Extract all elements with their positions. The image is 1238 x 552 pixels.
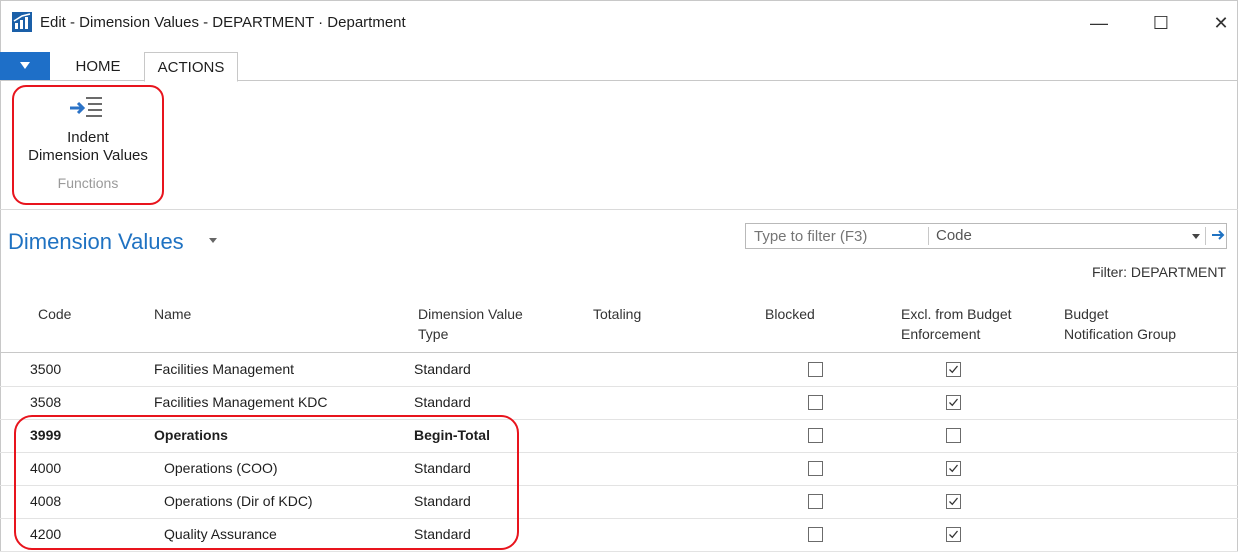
app-menu-button[interactable] bbox=[0, 52, 50, 80]
filter-box: Code bbox=[745, 223, 1227, 249]
action-label: Indent Dimension Values bbox=[14, 129, 162, 165]
cell-code[interactable]: 3508 bbox=[30, 394, 61, 410]
cell-type[interactable]: Standard bbox=[414, 493, 471, 509]
table-header: Code Name Dimension Value Type Totaling … bbox=[0, 296, 1238, 353]
filter-input[interactable] bbox=[746, 224, 928, 248]
close-button[interactable]: ✕ bbox=[1206, 8, 1236, 38]
header-text: Totaling bbox=[593, 306, 642, 322]
blocked-checkbox[interactable] bbox=[808, 428, 823, 443]
page-title[interactable]: Dimension Values bbox=[8, 229, 184, 255]
excl-budget-checkbox[interactable] bbox=[946, 461, 961, 476]
table-row[interactable]: 3999 Operations Begin-Total bbox=[0, 419, 1238, 453]
action-label-line2: Dimension Values bbox=[28, 147, 148, 164]
header-text: Notification Group bbox=[1064, 326, 1177, 342]
ribbon-tabs: HOME ACTIONS bbox=[0, 44, 1238, 82]
excl-budget-checkbox[interactable] bbox=[946, 362, 961, 377]
indent-dimension-values-button[interactable]: Indent Dimension Values bbox=[14, 87, 162, 173]
filter-status: Filter: DEPARTMENT bbox=[1091, 264, 1226, 280]
table-row[interactable]: 4000 Operations (COO) Standard bbox=[0, 452, 1238, 486]
functions-group: Indent Dimension Values Functions bbox=[12, 85, 164, 205]
blocked-checkbox[interactable] bbox=[808, 395, 823, 410]
header-text: Type bbox=[418, 326, 449, 342]
cell-type[interactable]: Standard bbox=[414, 526, 471, 542]
header-text: Budget bbox=[1064, 306, 1109, 322]
minimize-button[interactable]: — bbox=[1084, 8, 1114, 38]
indent-icon bbox=[70, 97, 102, 117]
checkmark-icon bbox=[949, 365, 959, 374]
cell-name[interactable]: Facilities Management KDC bbox=[154, 394, 328, 410]
column-header-totaling[interactable]: Totaling bbox=[593, 304, 641, 324]
cell-code[interactable]: 3999 bbox=[30, 427, 61, 443]
cell-name[interactable]: Operations bbox=[154, 427, 228, 443]
chevron-down-icon[interactable] bbox=[1191, 227, 1201, 243]
tab-actions[interactable]: ACTIONS bbox=[144, 52, 238, 82]
checkmark-icon bbox=[949, 497, 959, 506]
blocked-checkbox[interactable] bbox=[808, 494, 823, 509]
cell-type[interactable]: Begin-Total bbox=[414, 427, 490, 443]
header-text: Dimension Value bbox=[418, 306, 523, 322]
cell-name[interactable]: Operations (Dir of KDC) bbox=[164, 493, 313, 509]
excl-budget-checkbox[interactable] bbox=[946, 428, 961, 443]
header-text: Code bbox=[38, 306, 72, 322]
header-text: Blocked bbox=[765, 306, 815, 322]
cell-name[interactable]: Operations (COO) bbox=[164, 460, 278, 476]
header-text: Name bbox=[154, 306, 192, 322]
filter-separator bbox=[1205, 227, 1206, 245]
table-row[interactable]: 4200 Quality Assurance Standard bbox=[0, 518, 1238, 552]
blocked-checkbox[interactable] bbox=[808, 362, 823, 377]
header-text: Excl. from Budget bbox=[901, 306, 1012, 322]
title-bar: Edit - Dimension Values - DEPARTMENT · D… bbox=[0, 0, 1238, 44]
checkmark-icon bbox=[949, 530, 959, 539]
column-header-code[interactable]: Code bbox=[38, 304, 71, 324]
group-label: Functions bbox=[57, 175, 119, 191]
table-row[interactable]: 3500 Facilities Management Standard bbox=[0, 353, 1238, 387]
cell-type[interactable]: Standard bbox=[414, 460, 471, 476]
column-header-blocked[interactable]: Blocked bbox=[765, 304, 815, 324]
column-header-excl-budget[interactable]: Excl. from Budget Enforcement bbox=[901, 304, 1012, 344]
cell-code[interactable]: 3500 bbox=[30, 361, 61, 377]
caret-down-icon[interactable] bbox=[209, 238, 217, 244]
ribbon-panel: Indent Dimension Values Functions bbox=[0, 81, 1238, 210]
blocked-checkbox[interactable] bbox=[808, 527, 823, 542]
cell-code[interactable]: 4000 bbox=[30, 460, 61, 476]
window-title: Edit - Dimension Values - DEPARTMENT · D… bbox=[40, 14, 406, 31]
table-row[interactable]: 4008 Operations (Dir of KDC) Standard bbox=[0, 485, 1238, 519]
cell-name[interactable]: Quality Assurance bbox=[164, 526, 277, 542]
excl-budget-checkbox[interactable] bbox=[946, 527, 961, 542]
column-header-budget-notification[interactable]: Budget Notification Group bbox=[1064, 304, 1176, 344]
cell-type[interactable]: Standard bbox=[414, 394, 471, 410]
blocked-checkbox[interactable] bbox=[808, 461, 823, 476]
app-logo-icon bbox=[12, 12, 32, 32]
cell-type[interactable]: Standard bbox=[414, 361, 471, 377]
table-row[interactable]: 3508 Facilities Management KDC Standard bbox=[0, 386, 1238, 420]
tab-home[interactable]: HOME bbox=[58, 52, 138, 80]
header-text: Enforcement bbox=[901, 326, 981, 342]
checkmark-icon bbox=[949, 464, 959, 473]
arrow-right-icon[interactable] bbox=[1211, 226, 1225, 244]
cell-code[interactable]: 4200 bbox=[30, 526, 61, 542]
cell-code[interactable]: 4008 bbox=[30, 493, 61, 509]
filter-field-select[interactable]: Code bbox=[936, 227, 972, 244]
excl-budget-checkbox[interactable] bbox=[946, 494, 961, 509]
checkmark-icon bbox=[949, 398, 959, 407]
maximize-button[interactable]: ☐ bbox=[1146, 8, 1176, 38]
caret-down-icon bbox=[20, 62, 30, 69]
filter-separator bbox=[928, 227, 929, 245]
excl-budget-checkbox[interactable] bbox=[946, 395, 961, 410]
column-header-name[interactable]: Name bbox=[154, 304, 191, 324]
action-label-line1: Indent bbox=[67, 129, 109, 146]
cell-name[interactable]: Facilities Management bbox=[154, 361, 294, 377]
column-header-type[interactable]: Dimension Value Type bbox=[418, 304, 523, 344]
